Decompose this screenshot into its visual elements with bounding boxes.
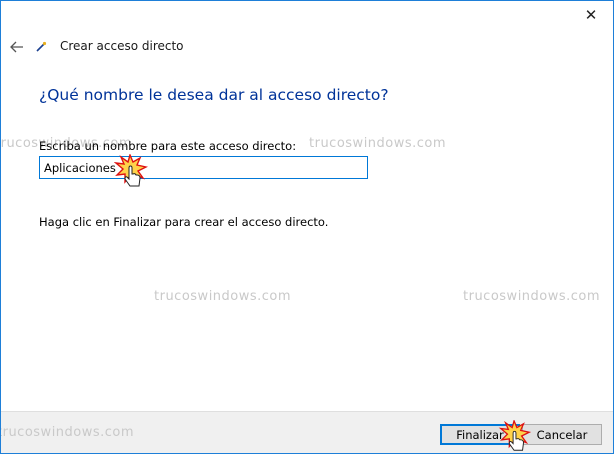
close-icon: ✕: [584, 6, 598, 24]
watermark-text: trucoswindows.com: [154, 289, 292, 304]
watermark-text: trucoswindows.com: [0, 425, 135, 440]
cancel-button[interactable]: Cancelar: [522, 424, 602, 445]
watermark-text: trucoswindows.com: [309, 136, 447, 151]
shortcut-wizard-icon: [36, 41, 47, 52]
instruction-text: Haga clic en Finalizar para crear el acc…: [39, 215, 329, 229]
create-shortcut-window: ✕ Crear acceso directo ¿Qué nombre le de…: [0, 0, 614, 454]
finish-button[interactable]: Finalizar: [440, 424, 520, 445]
shortcut-name-input[interactable]: [39, 156, 368, 179]
page-heading: ¿Qué nombre le desea dar al acceso direc…: [39, 86, 389, 104]
name-field-label: Escriba un nombre para este acceso direc…: [39, 139, 297, 153]
watermark-text: trucoswindows.com: [463, 289, 601, 304]
wizard-title: Crear acceso directo: [60, 39, 184, 53]
arrow-left-icon: [10, 41, 23, 53]
dialog-footer: trucoswindows.com Finalizar Cancelar: [0, 411, 613, 453]
close-button[interactable]: ✕: [577, 4, 605, 26]
back-button[interactable]: [7, 37, 27, 57]
